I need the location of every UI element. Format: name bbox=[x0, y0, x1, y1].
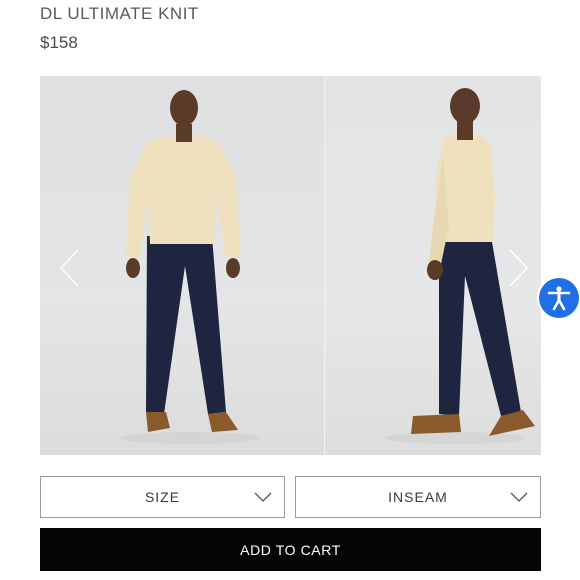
gallery-prev-button[interactable] bbox=[54, 248, 84, 288]
chevron-left-icon bbox=[59, 249, 79, 287]
inseam-select[interactable]: INSEAM bbox=[295, 476, 541, 518]
size-select[interactable]: SIZE bbox=[40, 476, 285, 518]
add-to-cart-button[interactable]: ADD TO CART bbox=[40, 528, 541, 571]
accessibility-person-icon bbox=[547, 286, 571, 311]
chevron-right-icon bbox=[509, 249, 529, 287]
gallery-next-button[interactable] bbox=[504, 248, 534, 288]
chevron-down-icon bbox=[254, 492, 272, 502]
size-select-label: SIZE bbox=[144, 489, 181, 505]
chevron-down-icon bbox=[510, 492, 528, 502]
accessibility-button[interactable] bbox=[539, 278, 579, 318]
product-price: $158 bbox=[40, 33, 78, 52]
product-image-gallery[interactable] bbox=[40, 76, 541, 455]
product-title: DL ULTIMATE KNIT bbox=[40, 4, 199, 23]
inseam-select-label: INSEAM bbox=[388, 489, 448, 505]
